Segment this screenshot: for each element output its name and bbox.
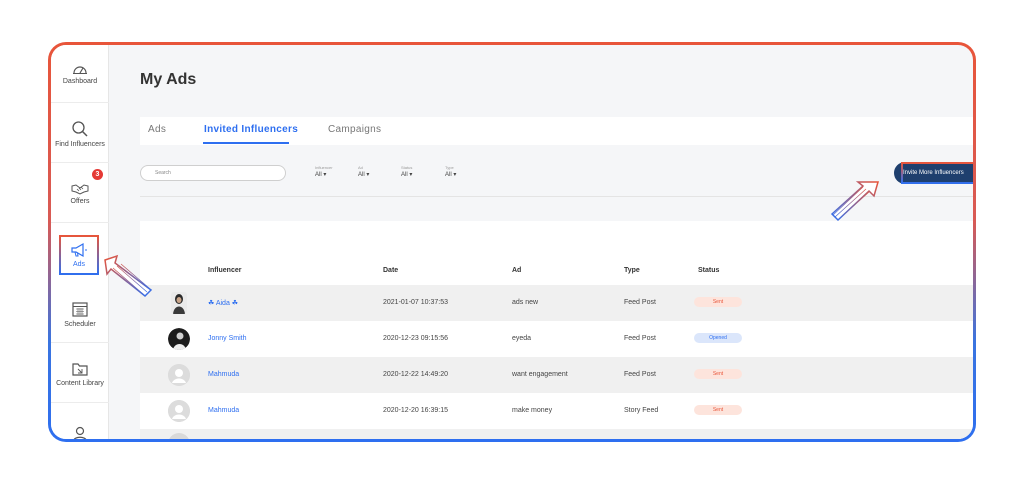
influencer-name[interactable]: ☘ Aida ☘ (208, 299, 238, 307)
column-header-influencer: Influencer (208, 267, 242, 274)
avatar (168, 433, 190, 439)
invite-date: 2021-01-07 10:37:53 (383, 299, 448, 306)
ad-name: ads new (512, 299, 539, 306)
sidebar-item-label: Offers (70, 197, 90, 205)
avatar (168, 400, 190, 422)
column-header-type: Type (624, 267, 640, 274)
sidebar-item-scheduler[interactable]: Scheduler (51, 285, 109, 343)
gauge-icon (73, 65, 87, 74)
filter-label: Influencer (315, 165, 333, 170)
search-icon (72, 120, 88, 137)
ad-name: want engagement (512, 371, 568, 378)
page-title: My Ads (140, 71, 197, 88)
app-window: Dashboard Find Influencers Offers 3 Ads … (51, 45, 973, 439)
status-badge: Opened (694, 333, 742, 343)
caret-down-icon: ▾ (409, 172, 413, 178)
sidebar-item-label: Content Library (56, 379, 104, 387)
search-input[interactable]: Search (140, 165, 286, 181)
filter-value: All ▾ (401, 172, 413, 178)
profile-icon (73, 426, 87, 439)
post-type: Feed Post (624, 371, 656, 378)
active-tab-indicator (203, 142, 289, 144)
browser-frame: Dashboard Find Influencers Offers 3 Ads … (48, 42, 976, 442)
invite-date: 2020-12-20 16:39:15 (383, 407, 448, 414)
table-row[interactable]: Mahmuda 2020-12-20 16:39:15 make money S… (140, 393, 973, 429)
sidebar-item-label: Ads (72, 261, 86, 268)
megaphone-icon (71, 242, 87, 258)
filter-label: Ad (358, 165, 363, 170)
caret-down-icon: ▾ (323, 172, 327, 178)
influencers-table: Influencer Date Ad Type Status ☘ Aida ☘ … (140, 221, 973, 439)
post-type: Feed Post (624, 299, 656, 306)
column-header-status: Status (698, 267, 720, 274)
influencer-name[interactable]: Mahmuda (208, 371, 239, 378)
filter-value: All ▾ (315, 172, 327, 178)
tabs-bar: Ads Invited Influencers Campaigns (140, 117, 973, 145)
avatar (168, 328, 190, 350)
influencer-name[interactable]: Mahmuda (208, 407, 239, 414)
button-highlight-box (901, 162, 973, 184)
filter-label: Type (445, 165, 454, 170)
invite-date: 2020-12-22 14:49:20 (383, 371, 448, 378)
handshake-icon (71, 183, 89, 195)
ad-name: eyeda (512, 335, 532, 342)
column-header-date: Date (383, 267, 399, 274)
pointer-arrow-icon (104, 254, 153, 298)
table-row[interactable]: Jonny Smith 2020-12-23 09:15:56 eyeda Fe… (140, 321, 973, 357)
filter-status[interactable]: Status All ▾ (401, 165, 412, 178)
sidebar: Dashboard Find Influencers Offers 3 Ads … (51, 45, 109, 439)
tab-ads[interactable]: Ads (148, 124, 166, 135)
sidebar-item-label: Scheduler (64, 320, 96, 328)
sidebar-item-find-influencers[interactable]: Find Influencers (51, 105, 109, 163)
tab-campaigns[interactable]: Campaigns (328, 124, 381, 135)
status-badge: Sent (694, 405, 742, 415)
sidebar-item-label: Dashboard (62, 77, 98, 85)
filter-influencer[interactable]: Influencer All ▾ (315, 165, 333, 178)
tab-invited-influencers[interactable]: Invited Influencers (204, 124, 298, 135)
table-row[interactable]: ☘ Aida ☘ 2021-01-07 10:37:53 ads new Fee… (140, 285, 973, 321)
avatar (168, 364, 190, 386)
post-type: Feed Post (624, 335, 656, 342)
sidebar-item-ads[interactable]: Ads (59, 235, 99, 275)
filter-value: All ▾ (358, 172, 370, 178)
calendar-icon (72, 301, 88, 317)
sidebar-item-content-library[interactable]: Content Library (51, 345, 109, 403)
status-badge: Sent (694, 369, 742, 379)
ad-name: make money (512, 407, 553, 414)
filter-value: All ▾ (445, 172, 457, 178)
filter-type[interactable]: Type All ▾ (445, 165, 456, 178)
invite-date: 2020-12-23 09:15:56 (383, 335, 448, 342)
status-badge: Sent (694, 297, 742, 307)
offers-badge: 3 (92, 169, 103, 180)
influencer-name[interactable]: Jonny Smith (208, 335, 247, 342)
sidebar-item-dashboard[interactable]: Dashboard (51, 45, 109, 103)
post-type: Story Feed (624, 407, 659, 414)
table-row[interactable]: Mahmuda 2020-12-22 14:49:20 want engagem… (140, 357, 973, 393)
pointer-arrow-icon (830, 181, 879, 222)
column-header-ad: Ad (512, 267, 522, 274)
filter-ad[interactable]: Ad All ▾ (358, 165, 369, 178)
sidebar-item-profile[interactable] (51, 405, 109, 439)
table-row[interactable] (140, 429, 973, 439)
avatar (171, 292, 187, 314)
filter-label: Status (401, 165, 413, 170)
folder-icon (72, 362, 88, 376)
sidebar-item-label: Find Influencers (55, 140, 105, 148)
caret-down-icon: ▾ (366, 172, 370, 178)
caret-down-icon: ▾ (453, 172, 457, 178)
